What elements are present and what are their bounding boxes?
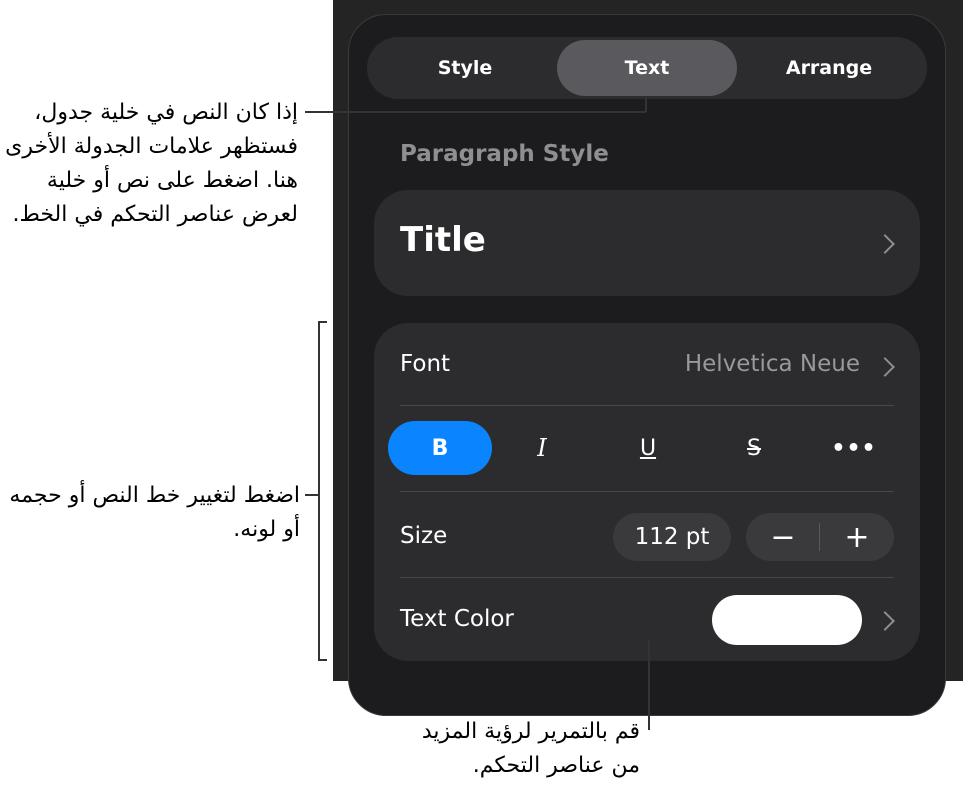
italic-button[interactable]: I xyxy=(490,421,594,475)
callout-bracket xyxy=(318,321,320,660)
tab-arrange[interactable]: Arrange xyxy=(739,40,919,96)
format-inspector: Style Text Arrange Paragraph Style Title… xyxy=(348,14,946,716)
decrease-size-button[interactable]: − xyxy=(746,513,820,561)
callout-table-tabs: إذا كان النص في خلية جدول، فستظهر علامات… xyxy=(5,100,298,227)
text-color-row[interactable]: Text Color xyxy=(374,578,920,661)
font-value: Helvetica Neue xyxy=(684,351,860,377)
chevron-right-icon xyxy=(875,234,895,254)
callout-bracket xyxy=(318,321,327,323)
callout-scroll-more: قم بالتمرير لرؤية المزيد من عناصر التحكم… xyxy=(421,719,640,778)
size-stepper: − + xyxy=(746,513,894,561)
font-row[interactable]: Font Helvetica Neue xyxy=(374,323,920,405)
tab-style[interactable]: Style xyxy=(375,40,555,96)
callout-line xyxy=(648,640,650,730)
more-options-button[interactable]: ••• xyxy=(802,421,906,475)
inspector-tabs: Style Text Arrange xyxy=(367,37,927,99)
callout-font-controls: اضغط لتغيير خط النص أو حجمه أو لونه. xyxy=(9,483,300,542)
callout-line xyxy=(305,111,646,113)
callout-bracket xyxy=(318,659,327,661)
paragraph-style-button[interactable]: Title xyxy=(374,190,920,296)
increase-size-button[interactable]: + xyxy=(820,513,894,561)
bold-button[interactable]: B xyxy=(388,421,492,475)
callout-line xyxy=(645,98,647,112)
paragraph-style-label: Paragraph Style xyxy=(400,141,609,167)
strikethrough-button[interactable]: S xyxy=(702,421,806,475)
chevron-right-icon xyxy=(875,357,895,377)
callout-line xyxy=(305,494,319,496)
paragraph-style-value: Title xyxy=(400,220,486,260)
tab-text[interactable]: Text xyxy=(557,40,737,96)
chevron-right-icon xyxy=(875,611,895,631)
underline-button[interactable]: U xyxy=(596,421,700,475)
size-value-field[interactable]: 112 pt xyxy=(613,513,731,561)
text-color-swatch[interactable] xyxy=(712,595,862,645)
text-color-label: Text Color xyxy=(400,606,514,632)
font-controls-card: Font Helvetica Neue B I U S ••• Size 112… xyxy=(374,323,920,661)
size-label: Size xyxy=(400,523,448,549)
font-label: Font xyxy=(400,351,451,377)
divider xyxy=(400,491,894,492)
divider xyxy=(400,405,894,406)
